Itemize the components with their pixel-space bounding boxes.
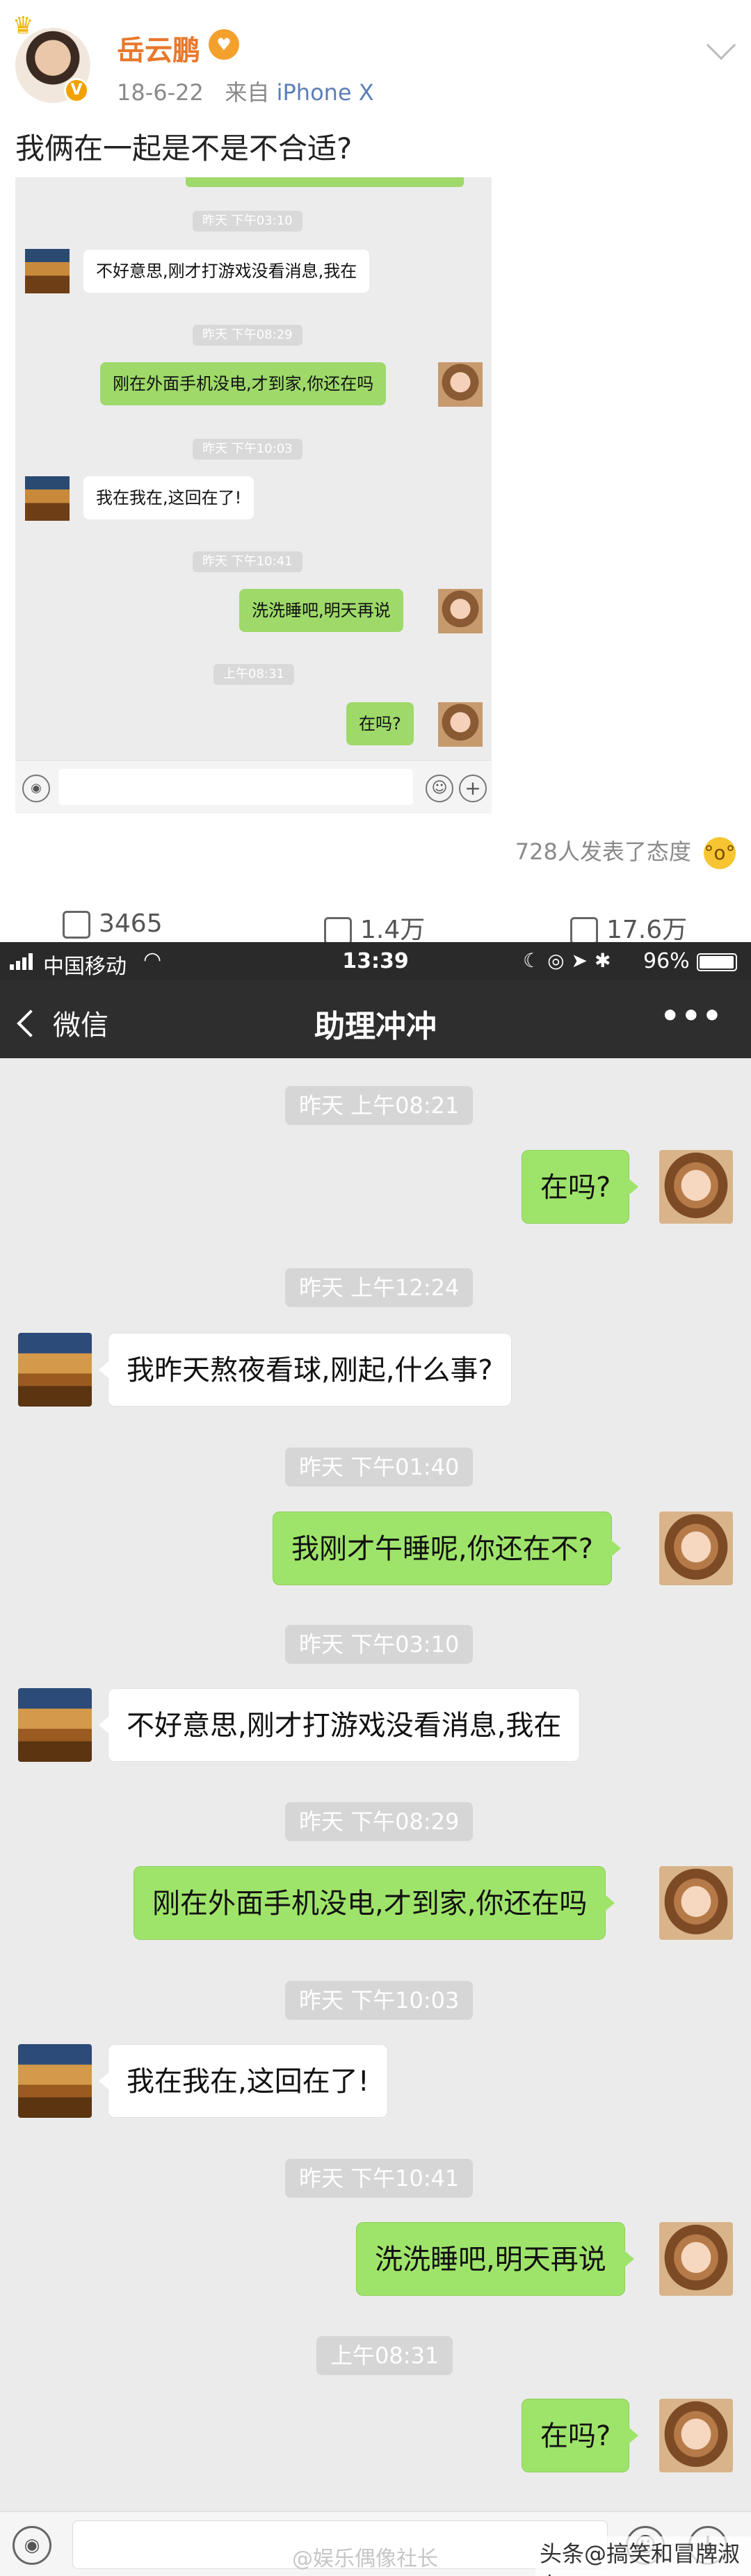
thumb-message-in: 不好意思,刚才打游戏没看消息,我在 bbox=[83, 250, 370, 293]
avatar-self[interactable] bbox=[659, 1150, 733, 1224]
weibo-post: ♛ V 岳云鹏 ♥ 18-6-22 来自 iPhone X 我俩在一起是不是不合… bbox=[0, 0, 751, 945]
comment-icon bbox=[324, 917, 352, 945]
timestamp: 昨天 下午01:40 bbox=[285, 1448, 474, 1487]
battery-percent: 96% bbox=[643, 949, 690, 973]
reaction-count: 728人发表了态度 bbox=[515, 839, 691, 865]
timestamp: 昨天 下午10:03 bbox=[285, 1981, 474, 2020]
thumb-timestamp: 昨天 下午10:41 bbox=[193, 551, 302, 572]
status-bar: 中国移动 ◠ 13:39 ☾◎➤✱ 96% bbox=[0, 942, 751, 980]
message-in[interactable]: 我在我在,这回在了! bbox=[99, 2044, 388, 2118]
status-icons: ☾◎➤✱ bbox=[523, 949, 618, 972]
thumb-timestamp: 昨天 下午03:10 bbox=[193, 211, 302, 232]
avatar-self[interactable] bbox=[659, 2399, 733, 2472]
thumb-avatar-self bbox=[438, 589, 483, 633]
like-button[interactable]: 17.6万 bbox=[570, 909, 687, 946]
repost-count: 3465 bbox=[99, 909, 163, 938]
voice-icon: ◉ bbox=[22, 775, 50, 802]
thumb-timestamp: 昨天 下午10:03 bbox=[193, 439, 302, 460]
message-out[interactable]: 在吗? bbox=[522, 1150, 639, 1224]
voice-icon[interactable]: ◉ bbox=[13, 2526, 51, 2565]
timestamp: 昨天 下午08:29 bbox=[285, 1802, 474, 1841]
thumb-input-bar: ◉ ☺ + bbox=[15, 760, 492, 813]
thumb-message-out: 在吗? bbox=[346, 702, 414, 745]
avatar-self[interactable] bbox=[659, 1866, 733, 1940]
nav-bar: 微信 助理冲冲 ••• bbox=[0, 980, 751, 1058]
chevron-down-icon[interactable] bbox=[706, 30, 736, 60]
post-date: 18-6-22 bbox=[117, 79, 204, 106]
status-time: 13:39 bbox=[342, 949, 409, 973]
thumb-message-out: 刚在外面手机没电,才到家,你还在吗 bbox=[100, 362, 387, 405]
weibo-watermark: @娱乐偶像社长 bbox=[292, 2547, 438, 2571]
toutiao-watermark: 头条@搞笑和冒牌淑女 bbox=[535, 2536, 751, 2576]
chat-area[interactable]: 昨天 上午08:21 在吗? 昨天 上午12:24 我昨天熬夜看球,刚起,什么事… bbox=[0, 1058, 751, 2511]
avatar-self[interactable] bbox=[659, 2222, 733, 2296]
reaction-summary[interactable]: 728人发表了态度 °o° bbox=[515, 834, 736, 869]
post-text: 我俩在一起是不是不合适? bbox=[15, 131, 353, 165]
thumb-timestamp: 上午08:31 bbox=[213, 664, 294, 685]
timestamp: 昨天 上午12:24 bbox=[285, 1268, 474, 1307]
comment-count: 1.4万 bbox=[360, 916, 426, 944]
post-image[interactable]: 昨天 下午03:10 不好意思,刚才打游戏没看消息,我在 昨天 下午08:29 … bbox=[15, 177, 492, 813]
post-meta: 18-6-22 来自 iPhone X bbox=[117, 75, 374, 107]
post-actions: 3465 1.4万 17.6万 bbox=[0, 904, 751, 945]
post-source[interactable]: iPhone X bbox=[277, 79, 374, 106]
message-in[interactable]: 我昨天熬夜看球,刚起,什么事? bbox=[99, 1333, 512, 1407]
timestamp: 昨天 下午03:10 bbox=[285, 1625, 474, 1664]
avatar-contact[interactable] bbox=[18, 2044, 92, 2118]
thumb-message-out: 洗洗睡吧,明天再说 bbox=[239, 589, 403, 632]
message-in[interactable]: 不好意思,刚才打游戏没看消息,我在 bbox=[98, 1688, 581, 1762]
thumb-avatar-contact bbox=[25, 476, 70, 521]
vip-icon: ♥ bbox=[209, 29, 239, 60]
thumb-timestamp: 昨天 下午08:29 bbox=[193, 325, 302, 346]
chat-title: 助理冲冲 bbox=[314, 1009, 437, 1044]
thumb-avatar-self bbox=[438, 702, 483, 747]
repost-icon bbox=[63, 911, 90, 939]
more-icon[interactable]: ••• bbox=[661, 998, 723, 1034]
battery-icon bbox=[697, 953, 737, 971]
like-count: 17.6万 bbox=[606, 916, 688, 944]
v-badge-icon: V bbox=[64, 78, 89, 103]
thumb-message-in: 我在我在,这回在了! bbox=[83, 476, 255, 519]
message-out[interactable]: 洗洗睡吧,明天再说 bbox=[356, 2222, 634, 2296]
source-prefix: 来自 bbox=[225, 79, 270, 106]
avatar-contact[interactable] bbox=[18, 1333, 92, 1407]
timestamp: 上午08:31 bbox=[316, 2336, 453, 2375]
message-out[interactable]: 在吗? bbox=[522, 2399, 639, 2472]
timestamp: 昨天 下午10:41 bbox=[285, 2159, 474, 2198]
emoji-icon: ☺ bbox=[426, 775, 453, 802]
repost-button[interactable]: 3465 bbox=[63, 909, 163, 939]
thumb-avatar-contact bbox=[25, 249, 70, 293]
thumb-input-field bbox=[58, 769, 413, 805]
message-out[interactable]: 我刚才午睡呢,你还在不? bbox=[273, 1512, 621, 1585]
thumb-partial-bubble bbox=[186, 177, 464, 187]
like-icon bbox=[570, 917, 598, 945]
plus-icon: + bbox=[459, 775, 487, 802]
crown-icon: ♛ bbox=[13, 12, 34, 40]
surprised-emoji-icon: °o° bbox=[704, 837, 736, 869]
comment-button[interactable]: 1.4万 bbox=[324, 909, 425, 946]
author-name[interactable]: 岳云鹏 bbox=[117, 28, 200, 68]
thumb-avatar-self bbox=[438, 362, 483, 407]
avatar-contact[interactable] bbox=[18, 1688, 92, 1762]
timestamp: 昨天 上午08:21 bbox=[285, 1086, 474, 1125]
avatar-self[interactable] bbox=[659, 1512, 733, 1585]
message-out[interactable]: 刚在外面手机没电,才到家,你还在吗 bbox=[134, 1866, 615, 1940]
